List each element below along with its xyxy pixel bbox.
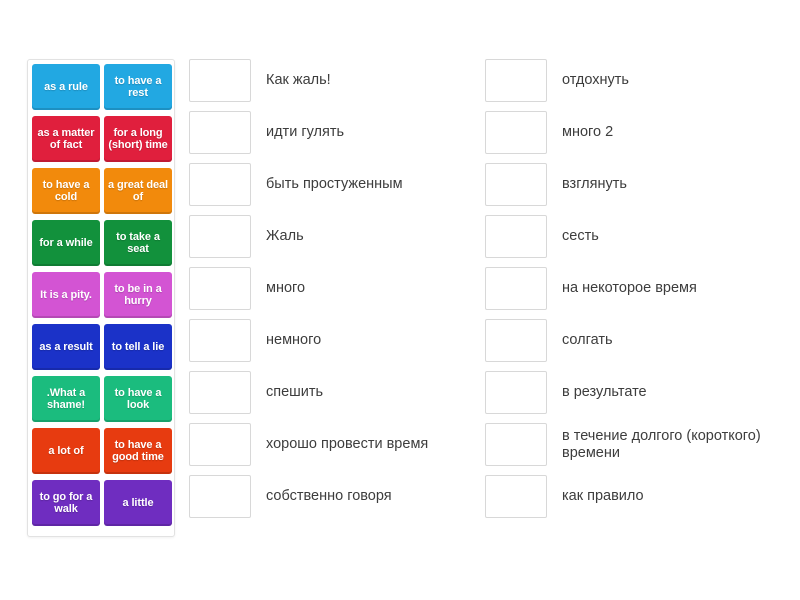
drop-target-box[interactable] (485, 111, 547, 154)
match-prompt-label: солгать (562, 332, 613, 348)
match-prompt-label: много (266, 280, 306, 296)
drop-target-box[interactable] (485, 475, 547, 518)
match-row: собственно говоря (189, 475, 474, 518)
drop-target-box[interactable] (189, 215, 251, 258)
match-prompt-label: много 2 (562, 124, 614, 140)
answer-tile[interactable]: as a rule (32, 64, 100, 110)
drop-target-box[interactable] (189, 371, 251, 414)
match-prompt-label: как правило (562, 488, 644, 504)
match-row: солгать (485, 319, 785, 362)
drop-target-box[interactable] (485, 371, 547, 414)
drop-target-box[interactable] (485, 267, 547, 310)
match-prompt-label: в результате (562, 384, 647, 400)
answer-tile[interactable]: a great deal of (104, 168, 172, 214)
answer-tile[interactable]: for a while (32, 220, 100, 266)
answer-tile[interactable]: a lot of (32, 428, 100, 474)
match-prompt-label: отдохнуть (562, 72, 629, 88)
tile-panel: as a rule to have a rest as a matter of fa… (27, 59, 175, 537)
drop-target-box[interactable] (189, 111, 251, 154)
match-row: в течение долгого (короткого) времени (485, 423, 785, 466)
answer-tile[interactable]: a little (104, 480, 172, 526)
drop-target-box[interactable] (485, 163, 547, 206)
answer-tile[interactable]: .What a shame! (32, 376, 100, 422)
drop-target-box[interactable] (485, 319, 547, 362)
match-row: Жаль (189, 215, 474, 258)
match-prompt-label: хорошо провести время (266, 436, 429, 452)
answer-tile[interactable]: as a result (32, 324, 100, 370)
match-row: быть простуженным (189, 163, 474, 206)
drop-target-box[interactable] (485, 423, 547, 466)
tile-grid: as a rule to have a rest as a matter of fa… (32, 64, 172, 526)
match-prompt-label: взглянуть (562, 176, 627, 192)
answer-tile[interactable]: to be in a hurry (104, 272, 172, 318)
answer-tile[interactable]: to have a good time (104, 428, 172, 474)
match-row: Как жаль! (189, 59, 474, 102)
answer-tile[interactable]: to have a rest (104, 64, 172, 110)
match-column-right: отдохнуть много 2 взглянуть сесть на некотор… (485, 59, 785, 527)
match-prompt-label: в течение долгого (короткого) времени (562, 427, 761, 461)
drop-target-box[interactable] (189, 267, 251, 310)
match-row: спешить (189, 371, 474, 414)
match-up-activity: as a rule to have a rest as a matter of fa… (0, 0, 800, 600)
match-prompt-label: спешить (266, 384, 324, 400)
match-prompt-label: сесть (562, 228, 599, 244)
answer-tile[interactable]: to go for a walk (32, 480, 100, 526)
match-row: много 2 (485, 111, 785, 154)
answer-tile[interactable]: as a matter of fact (32, 116, 100, 162)
match-row: немного (189, 319, 474, 362)
match-prompt-label: собственно говоря (266, 488, 392, 504)
match-row: на некоторое время (485, 267, 785, 310)
match-column-left: Как жаль! идти гулять быть простуженным Жал… (189, 59, 474, 527)
match-row: много (189, 267, 474, 310)
match-row: сесть (485, 215, 785, 258)
match-prompt-label: Жаль (266, 228, 304, 244)
drop-target-box[interactable] (485, 215, 547, 258)
match-row: взглянуть (485, 163, 785, 206)
match-prompt-label: немного (266, 332, 322, 348)
match-row: хорошо провести время (189, 423, 474, 466)
match-prompt-label: на некоторое время (562, 280, 697, 296)
drop-target-box[interactable] (189, 59, 251, 102)
match-row: как правило (485, 475, 785, 518)
answer-tile[interactable]: to have a look (104, 376, 172, 422)
answer-tile[interactable]: for a long (short) time (104, 116, 172, 162)
drop-target-box[interactable] (189, 163, 251, 206)
match-row: отдохнуть (485, 59, 785, 102)
match-prompt-label: Как жаль! (266, 72, 331, 88)
drop-target-box[interactable] (189, 319, 251, 362)
drop-target-box[interactable] (189, 423, 251, 466)
match-prompt-label: быть простуженным (266, 176, 403, 192)
drop-target-box[interactable] (189, 475, 251, 518)
match-row: в результате (485, 371, 785, 414)
drop-target-box[interactable] (485, 59, 547, 102)
match-row: идти гулять (189, 111, 474, 154)
answer-tile[interactable]: It is a pity. (32, 272, 100, 318)
match-prompt-label: идти гулять (266, 124, 345, 140)
answer-tile[interactable]: to tell a lie (104, 324, 172, 370)
answer-tile[interactable]: to take a seat (104, 220, 172, 266)
answer-tile[interactable]: to have a cold (32, 168, 100, 214)
